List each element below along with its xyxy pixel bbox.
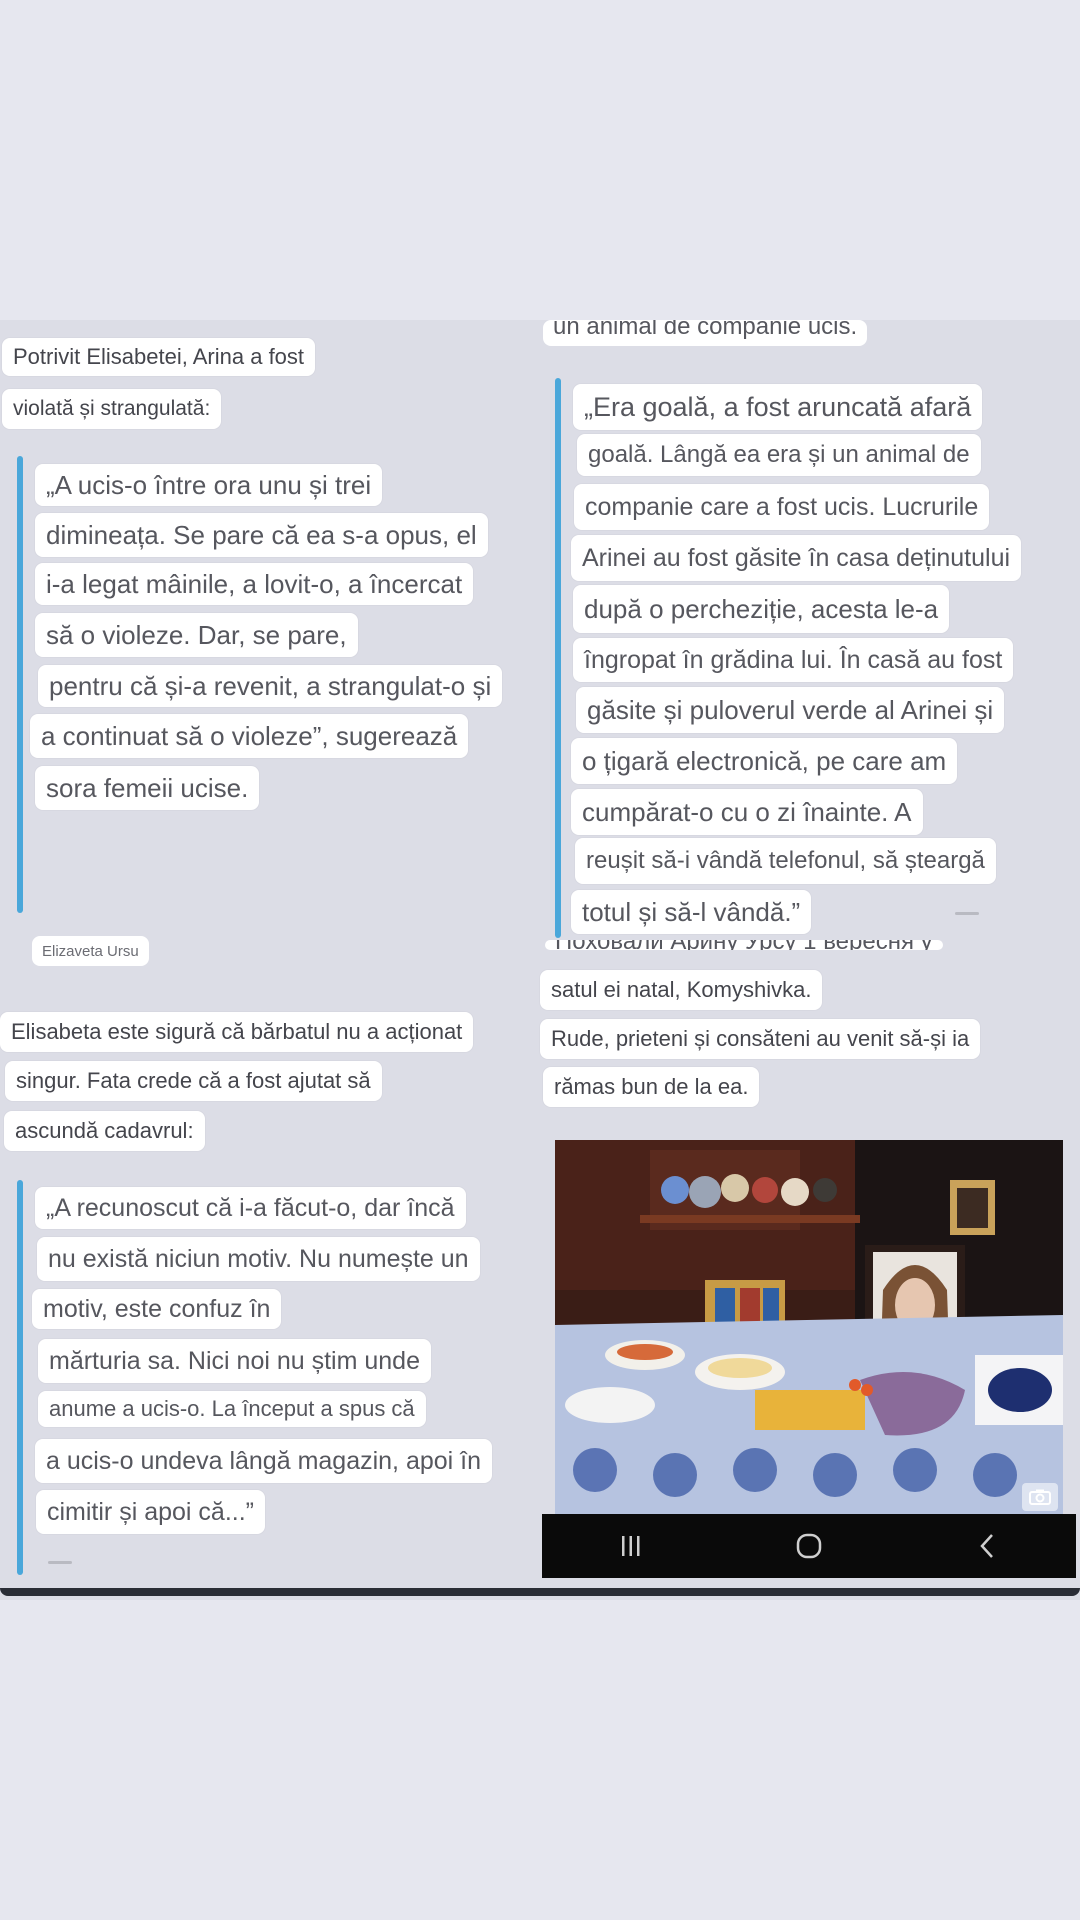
quote-bar — [17, 456, 23, 913]
android-nav-bar — [542, 1514, 1076, 1578]
quote-line: o țigară electronică, pe care am — [571, 738, 958, 784]
camera-icon[interactable] — [1022, 1483, 1058, 1511]
quote-line: companie care a fost ucis. Lucrurile — [574, 484, 990, 530]
memorial-photo-image — [555, 1140, 1063, 1514]
paragraph-line: satul ei natal, Komyshivka. — [540, 970, 823, 1010]
quote-line: a continuat să o violeze”, sugerează — [30, 714, 469, 758]
quote-line: mărturia sa. Nici noi nu știm unde — [38, 1339, 431, 1383]
quote-line: anume a ucis-o. La început a spus că — [38, 1391, 426, 1427]
paragraph-line: rămas bun de la ea. — [543, 1067, 760, 1107]
intro-line: ascundă cadavrul: — [4, 1111, 205, 1151]
quote-bar — [555, 378, 561, 938]
recent-apps-icon[interactable] — [601, 1526, 661, 1566]
quote-line: să o violeze. Dar, se pare, — [35, 613, 358, 657]
quote-line: dimineața. Se pare că ea s-a opus, el — [35, 513, 488, 557]
paragraph-line: Rude, prieteni și consăteni au venit să-… — [540, 1019, 981, 1059]
quote-line: după o percheziție, acesta le-a — [573, 585, 950, 633]
quote-line: totul și să-l vândă.” — [571, 890, 812, 934]
quote-line: nu există niciun motiv. Nu numește un — [37, 1237, 480, 1281]
intro-line: Potrivit Elisabetei, Arina a fost — [2, 338, 316, 376]
frame-edge — [0, 1588, 1080, 1596]
quote-line: goală. Lângă ea era și un animal de — [577, 434, 981, 476]
divider — [955, 912, 979, 915]
home-icon[interactable] — [779, 1526, 839, 1566]
quote-line: sora femeii ucise. — [35, 766, 260, 810]
camera-icon-glyph — [1029, 1489, 1051, 1505]
photo-credit: Elizaveta Ursu — [32, 936, 149, 966]
quote-line: Arinei au fost găsite în casa deținutulu… — [571, 535, 1022, 581]
quote-line: „Era goală, a fost aruncată afară — [573, 384, 983, 430]
quote-line: pentru că și-a revenit, a strangulat-o ș… — [38, 665, 503, 707]
quote-line: găsite și puloverul verde al Arinei și — [576, 687, 1005, 733]
quote-line: „A ucis-o între ora unu și trei — [35, 464, 383, 506]
intro-line: violată și strangulată: — [2, 389, 222, 429]
intro-line: singur. Fata crede că a fost ajutat să — [5, 1061, 382, 1101]
divider — [48, 1561, 72, 1564]
quote-line: reușit să-i vândă telefonul, să șteargă — [575, 838, 996, 884]
quote-line: motiv, este confuz în — [32, 1289, 282, 1329]
cropped-line: Поховали Арину Урсу 1 вересня у — [545, 940, 943, 950]
quote-bar — [17, 1180, 23, 1575]
quote-line: „A recunoscut că i-a făcut-o, dar încă — [35, 1187, 466, 1229]
quote-line: cumpărat-o cu o zi înainte. A — [571, 789, 923, 835]
quote-line: îngropat în grădina lui. În casă au fost — [573, 638, 1014, 682]
intro-line: Elisabeta este sigură că bărbatul nu a a… — [0, 1012, 474, 1052]
back-icon[interactable] — [957, 1526, 1017, 1566]
quote-line: cimitir și apoi că...” — [36, 1490, 265, 1534]
cropped-line: un animal de companie ucis. — [543, 320, 868, 346]
quote-line: i-a legat mâinile, a lovit-o, a încercat — [35, 563, 474, 605]
quote-line: a ucis-o undeva lângă magazin, apoi în — [35, 1439, 493, 1483]
memorial-photo — [555, 1140, 1063, 1514]
